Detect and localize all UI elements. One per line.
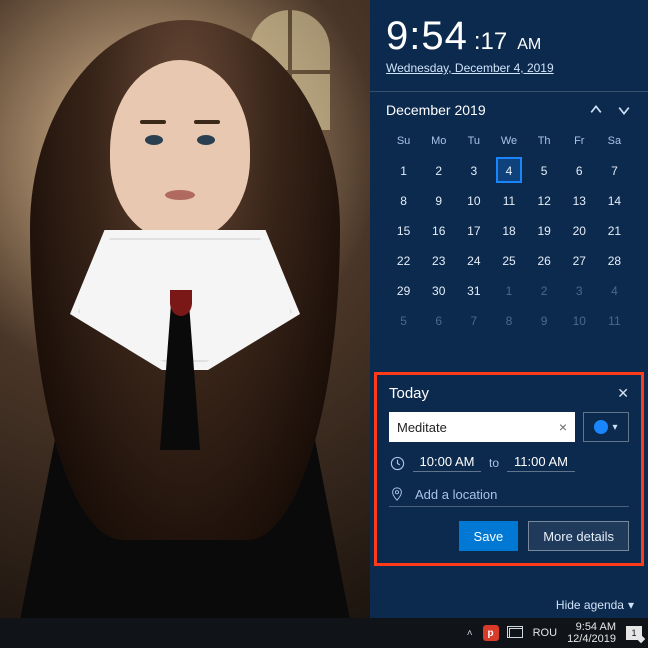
clock-hm: 9:54 <box>386 14 468 59</box>
calendar-flyout: 9:54:17 AM Wednesday, December 4, 2019 D… <box>370 0 648 618</box>
calendar-day[interactable]: 28 <box>597 246 632 276</box>
calendar-day[interactable]: 24 <box>456 246 491 276</box>
calendar-day[interactable]: 9 <box>527 306 562 336</box>
calendar-day[interactable]: 11 <box>491 186 526 216</box>
desktop-wallpaper <box>0 0 370 618</box>
calendar-day[interactable]: 15 <box>386 216 421 246</box>
event-name-input[interactable]: Meditate × <box>389 412 575 442</box>
calendar-day[interactable]: 6 <box>421 306 456 336</box>
calendar-day[interactable]: 5 <box>527 156 562 186</box>
end-time-input[interactable]: 11:00 AM <box>507 454 575 472</box>
clear-event-name-button[interactable]: × <box>559 419 567 435</box>
language-indicator[interactable]: ROU <box>533 627 557 639</box>
calendar-day[interactable]: 12 <box>527 186 562 216</box>
calendar-day[interactable]: 6 <box>562 156 597 186</box>
calendar-day[interactable]: 8 <box>491 306 526 336</box>
dow-label: Sa <box>597 126 632 156</box>
calendar-day[interactable]: 22 <box>386 246 421 276</box>
calendar-color-picker[interactable]: ▾ <box>583 412 629 442</box>
calendar-day[interactable]: 27 <box>562 246 597 276</box>
calendar-day[interactable]: 1 <box>491 276 526 306</box>
dow-label: Fr <box>562 126 597 156</box>
calendar-day[interactable]: 4 <box>491 156 526 186</box>
calendar-day[interactable]: 2 <box>527 276 562 306</box>
dow-label: Th <box>527 126 562 156</box>
more-details-button[interactable]: More details <box>528 521 629 551</box>
calendar-day[interactable]: 13 <box>562 186 597 216</box>
agenda-title: Today <box>389 385 429 402</box>
calendar-day[interactable]: 9 <box>421 186 456 216</box>
save-button[interactable]: Save <box>459 521 519 551</box>
calendar-day[interactable]: 16 <box>421 216 456 246</box>
dow-label: Tu <box>456 126 491 156</box>
action-center-button[interactable]: 1 <box>626 626 642 640</box>
calendar-day[interactable]: 5 <box>386 306 421 336</box>
calendar-day[interactable]: 1 <box>386 156 421 186</box>
location-input[interactable] <box>415 487 629 502</box>
calendar-day[interactable]: 14 <box>597 186 632 216</box>
calendar-day[interactable]: 26 <box>527 246 562 276</box>
chevron-down-icon: ▾ <box>612 422 617 433</box>
taskbar-date: 12/4/2019 <box>567 633 616 645</box>
next-month-button[interactable] <box>618 103 632 117</box>
divider <box>370 91 648 92</box>
clock-icon <box>389 455 405 471</box>
calendar-day[interactable]: 7 <box>456 306 491 336</box>
clock-ampm: AM <box>517 36 541 54</box>
calendar-day[interactable]: 7 <box>597 156 632 186</box>
calendar-day[interactable]: 30 <box>421 276 456 306</box>
calendar-day[interactable]: 23 <box>421 246 456 276</box>
calendar-day[interactable]: 29 <box>386 276 421 306</box>
dow-label: Mo <box>421 126 456 156</box>
calendar-day[interactable]: 8 <box>386 186 421 216</box>
chevron-down-icon: ▾ <box>628 598 634 612</box>
to-label: to <box>489 456 499 470</box>
calendar-day[interactable]: 31 <box>456 276 491 306</box>
notification-count: 1 <box>631 628 636 638</box>
taskbar-time: 9:54 AM <box>567 621 616 633</box>
taskbar-clock[interactable]: 9:54 AM 12/4/2019 <box>567 621 616 645</box>
calendar-day[interactable]: 2 <box>421 156 456 186</box>
month-label[interactable]: December 2019 <box>386 102 486 118</box>
calendar-grid: SuMoTuWeThFrSa 1234567891011121314151617… <box>386 126 632 336</box>
dow-label: We <box>491 126 526 156</box>
calendar-day[interactable]: 25 <box>491 246 526 276</box>
calendar-day[interactable]: 10 <box>456 186 491 216</box>
calendar-day[interactable]: 17 <box>456 216 491 246</box>
clock-date-link[interactable]: Wednesday, December 4, 2019 <box>386 61 554 75</box>
task-view-icon[interactable] <box>509 628 523 638</box>
close-agenda-button[interactable]: ✕ <box>617 385 629 402</box>
agenda-panel: Today ✕ Meditate × ▾ 10:00 AM to 11:00 A… <box>374 372 644 566</box>
color-dot-icon <box>594 420 608 434</box>
calendar-day[interactable]: 11 <box>597 306 632 336</box>
location-icon <box>389 486 405 502</box>
event-name-value: Meditate <box>397 420 447 435</box>
calendar-day[interactable]: 18 <box>491 216 526 246</box>
calendar-day[interactable]: 19 <box>527 216 562 246</box>
start-time-input[interactable]: 10:00 AM <box>413 454 481 472</box>
clock: 9:54:17 AM <box>386 14 632 59</box>
taskbar: ˄ p ROU 9:54 AM 12/4/2019 1 <box>0 618 648 648</box>
clock-sec: :17 <box>474 28 507 56</box>
calendar-day[interactable]: 20 <box>562 216 597 246</box>
hide-agenda-button[interactable]: Hide agenda ▾ <box>556 598 634 612</box>
hide-agenda-label: Hide agenda <box>556 598 624 612</box>
calendar-day[interactable]: 10 <box>562 306 597 336</box>
tray-app-icon[interactable]: p <box>483 625 499 641</box>
prev-month-button[interactable] <box>590 103 604 117</box>
calendar-day[interactable]: 4 <box>597 276 632 306</box>
calendar-day[interactable]: 21 <box>597 216 632 246</box>
calendar-day[interactable]: 3 <box>562 276 597 306</box>
tray-overflow-button[interactable]: ˄ <box>467 628 473 639</box>
calendar-day[interactable]: 3 <box>456 156 491 186</box>
dow-label: Su <box>386 126 421 156</box>
